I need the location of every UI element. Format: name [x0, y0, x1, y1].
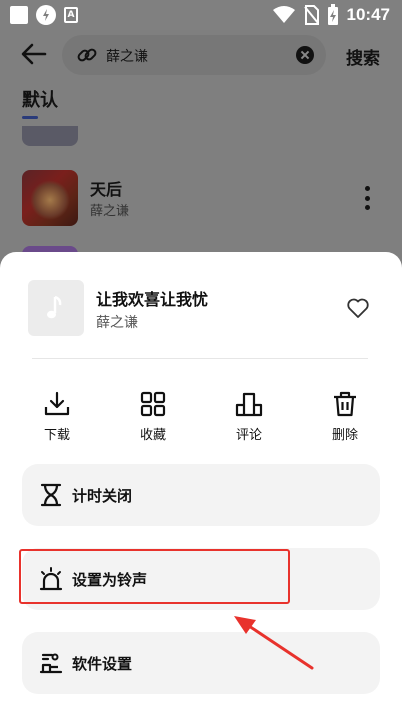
trash-icon — [334, 391, 356, 417]
collect-button[interactable]: 收藏 — [118, 390, 188, 446]
tab-default[interactable]: 默认 — [22, 86, 58, 112]
action-label: 评论 — [235, 428, 262, 443]
no-sim-icon — [303, 5, 319, 25]
delete-button[interactable]: 删除 — [310, 390, 380, 446]
search-box[interactable]: 薛之谦 — [62, 35, 326, 75]
software-settings-item[interactable]: 软件设置 — [22, 632, 380, 694]
clear-search-icon[interactable] — [296, 46, 314, 64]
data-saver-icon — [36, 5, 56, 25]
song-title: 让我欢喜让我忧 — [96, 290, 209, 309]
settings-sliders-icon — [39, 653, 63, 674]
music-note-icon — [47, 295, 62, 319]
more-options-icon[interactable] — [364, 186, 370, 210]
list-item-partial-top — [22, 126, 382, 146]
menu-label: 计时关闭 — [72, 487, 133, 505]
song-artist: 薛之谦 — [90, 204, 130, 219]
album-cover — [22, 170, 78, 226]
album-cover — [22, 126, 78, 146]
tab-indicator — [22, 116, 38, 119]
comment-icon — [235, 392, 263, 417]
action-row: 下载 收藏 评论 删除 — [22, 390, 380, 446]
action-label: 删除 — [331, 428, 358, 443]
list-item[interactable]: 天后 薛之谦 — [22, 170, 382, 230]
hourglass-icon — [40, 483, 62, 507]
heart-icon[interactable] — [346, 296, 370, 320]
status-bar-left: A — [10, 5, 78, 25]
back-arrow-icon[interactable] — [20, 40, 48, 68]
search-input[interactable]: 薛之谦 — [106, 46, 148, 66]
divider — [32, 358, 368, 359]
status-bar: A 10:47 — [0, 0, 402, 30]
notification-square-icon — [10, 6, 28, 24]
search-button[interactable]: 搜索 — [346, 44, 380, 69]
a-icon: A — [64, 7, 78, 23]
highlight-box — [19, 549, 290, 604]
top-bar: 薛之谦 搜索 — [0, 30, 402, 82]
status-bar-right: 10:47 — [272, 4, 390, 26]
song-title: 天后 — [90, 180, 123, 199]
battery-charging-icon — [327, 4, 338, 25]
wifi-icon — [272, 6, 295, 23]
menu-label: 软件设置 — [72, 655, 133, 673]
song-cover-placeholder — [28, 280, 84, 336]
download-icon — [44, 391, 70, 416]
song-options-sheet: 让我欢喜让我忧 薛之谦 下载 收藏 评论 删除 计时关闭 设置为铃声 软件设置 — [0, 252, 402, 714]
collect-grid-icon — [140, 391, 166, 417]
download-button[interactable]: 下载 — [22, 390, 92, 446]
clock: 10:47 — [346, 5, 390, 24]
timer-close-item[interactable]: 计时关闭 — [22, 464, 380, 526]
link-icon — [77, 48, 97, 62]
action-label: 收藏 — [139, 428, 166, 443]
song-artist: 薛之谦 — [96, 315, 138, 331]
action-label: 下载 — [43, 428, 70, 443]
comment-button[interactable]: 评论 — [214, 390, 284, 446]
